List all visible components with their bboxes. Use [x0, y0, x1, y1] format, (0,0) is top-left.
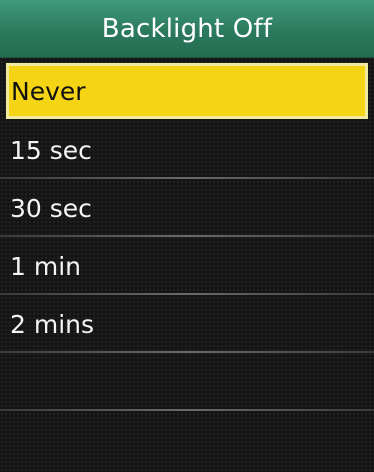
option-label: 1 min	[10, 251, 81, 281]
backlight-options-list: Never 15 sec 30 sec 1 min 2 mins	[0, 63, 374, 411]
option-label: 15 sec	[10, 135, 92, 165]
page-title: Backlight Off	[101, 13, 273, 44]
empty-row	[0, 353, 374, 411]
option-15-sec[interactable]: 15 sec	[0, 121, 374, 179]
option-2-mins[interactable]: 2 mins	[0, 295, 374, 353]
option-label: Never	[11, 76, 86, 106]
option-30-sec[interactable]: 30 sec	[0, 179, 374, 237]
title-bar: Backlight Off	[0, 0, 374, 58]
option-1-min[interactable]: 1 min	[0, 237, 374, 295]
option-label: 30 sec	[10, 193, 92, 223]
option-never[interactable]: Never	[6, 63, 368, 119]
device-screen: Backlight Off Never 15 sec 30 sec 1 min …	[0, 0, 374, 472]
option-label: 2 mins	[10, 309, 95, 339]
